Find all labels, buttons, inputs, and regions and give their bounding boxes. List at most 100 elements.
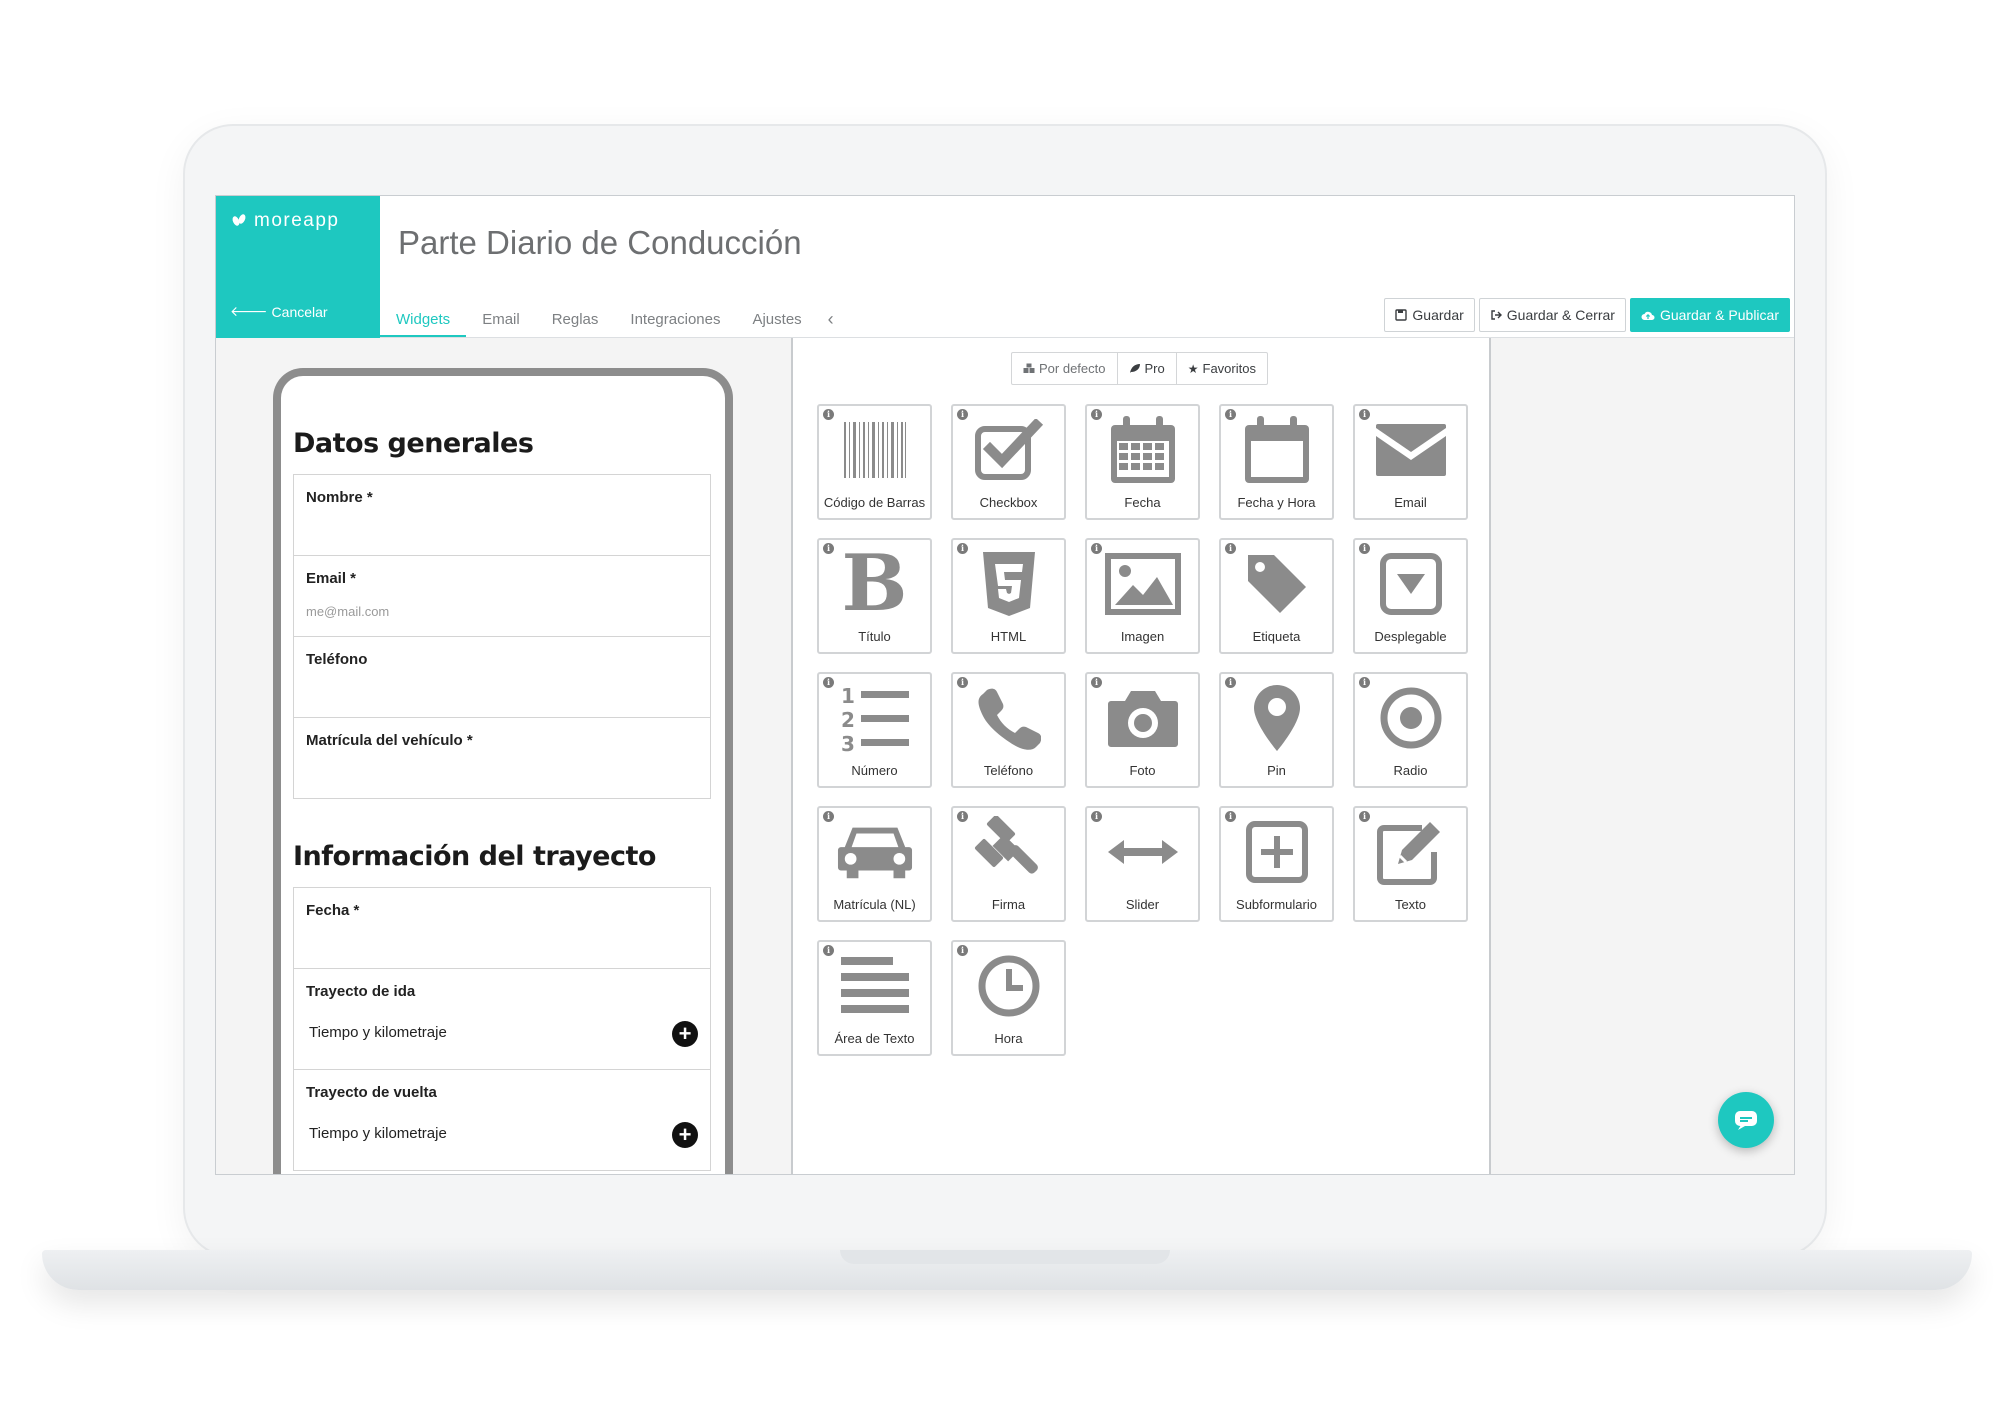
save-button[interactable]: Guardar [1384,298,1475,332]
tab-rules[interactable]: Reglas [536,296,615,338]
floppy-icon [1395,309,1408,321]
section-title-general: Datos generales [293,428,534,459]
info-icon[interactable]: i [1225,677,1236,688]
field-trip-out: Trayecto de ida Tiempo y kilometraje + [293,968,711,1070]
widget-title[interactable]: i B Título [817,538,932,654]
info-icon[interactable]: i [1225,543,1236,554]
widget-filter-group: Por defecto Pro ★ Favoritos [1011,352,1268,385]
widget-textarea[interactable]: i Área de Texto [817,940,932,1056]
widget-radio[interactable]: i Radio [1353,672,1468,788]
widget-subform[interactable]: i Subformulario [1219,806,1334,922]
info-icon[interactable]: i [957,543,968,554]
info-icon[interactable]: i [957,945,968,956]
widget-email[interactable]: i Email [1353,404,1468,520]
widget-phone[interactable]: i Teléfono [951,672,1066,788]
chevron-left-icon[interactable]: ‹ [818,309,844,338]
save-publish-button[interactable]: Guardar & Publicar [1629,298,1790,332]
info-icon[interactable]: i [823,945,834,956]
map-pin-icon [1239,680,1315,756]
widget-photo[interactable]: i Foto [1085,672,1200,788]
widget-image[interactable]: i Imagen [1085,538,1200,654]
tab-settings[interactable]: Ajustes [736,296,817,338]
widget-html[interactable]: i HTML [951,538,1066,654]
info-icon[interactable]: i [1359,811,1370,822]
save-publish-label: Guardar & Publicar [1659,307,1779,323]
save-close-button[interactable]: Guardar & Cerrar [1478,298,1626,332]
svg-text:1: 1 [841,684,855,708]
phone-icon [971,680,1047,756]
chat-button[interactable] [1718,1092,1774,1148]
calendar-icon [1105,412,1181,488]
filter-pro-button[interactable]: Pro [1118,353,1177,384]
widget-label: Código de Barras [823,495,926,510]
widget-label: Foto [1129,763,1156,778]
info-icon[interactable]: i [1091,409,1102,420]
widget-text[interactable]: i Texto [1353,806,1468,922]
widget-tag[interactable]: i Etiqueta [1219,538,1334,654]
widget-label: Firma [991,897,1026,912]
widget-label: Teléfono [983,763,1034,778]
info-icon[interactable]: i [957,409,968,420]
widget-label: Fecha y Hora [1237,495,1316,510]
widget-dropdown[interactable]: i Desplegable [1353,538,1468,654]
dropdown-icon [1373,546,1449,622]
brand-name: moreapp [254,210,340,231]
widget-grid: i Código de Barras i Checkbox i Fecha i … [817,404,1468,1056]
tab-widgets[interactable]: Widgets [380,296,467,338]
info-icon[interactable]: i [1359,409,1370,420]
info-icon[interactable]: i [957,811,968,822]
field-label: Fecha * [306,902,360,919]
info-icon[interactable]: i [823,811,834,822]
save-label: Guardar [1412,307,1464,323]
widget-label: Matrícula (NL) [833,897,916,912]
clock-icon [971,948,1047,1024]
cancel-link[interactable]: 🡐 Cancelar [230,303,328,320]
field-nombre[interactable]: Nombre * [293,474,711,556]
field-telefono[interactable]: Teléfono [293,636,711,718]
phone-preview: Datos generales Nombre * Email * me@mail… [273,368,733,1174]
bold-icon: B [841,538,908,629]
svg-text:2: 2 [841,708,855,732]
widget-pin[interactable]: i Pin [1219,672,1334,788]
field-fecha[interactable]: Fecha * [293,887,711,969]
widget-palette: Por defecto Pro ★ Favoritos i Código de … [791,338,1491,1174]
widget-signature[interactable]: i Firma [951,806,1066,922]
info-icon[interactable]: i [823,543,834,554]
info-icon[interactable]: i [823,677,834,688]
arrows-horizontal-icon [1105,814,1181,890]
add-entry-icon[interactable]: + [672,1021,698,1047]
widget-license-plate[interactable]: i Matrícula (NL) [817,806,932,922]
info-icon[interactable]: i [1359,543,1370,554]
field-matricula[interactable]: Matrícula del vehículo * [293,717,711,799]
cubes-icon [1023,363,1035,373]
info-icon[interactable]: i [1359,677,1370,688]
leaf-icon [1129,364,1140,373]
calendar-empty-icon [1239,412,1315,488]
info-icon[interactable]: i [823,409,834,420]
info-icon[interactable]: i [1091,543,1102,554]
cancel-label: Cancelar [271,303,328,320]
widget-time[interactable]: i Hora [951,940,1066,1056]
filter-default-label: Por defecto [1039,361,1106,376]
widget-datetime[interactable]: i Fecha y Hora [1219,404,1334,520]
add-entry-icon[interactable]: + [672,1122,698,1148]
filter-default-button[interactable]: Por defecto [1012,353,1118,384]
widget-date[interactable]: i Fecha [1085,404,1200,520]
tab-email[interactable]: Email [466,296,536,338]
section-title-trip: Información del trayecto [293,841,656,872]
info-icon[interactable]: i [1091,677,1102,688]
info-icon[interactable]: i [1225,409,1236,420]
info-icon[interactable]: i [1225,811,1236,822]
filter-favorites-button[interactable]: ★ Favoritos [1177,353,1267,384]
widget-barcode[interactable]: i Código de Barras [817,404,932,520]
widget-label: Pin [1267,763,1286,778]
field-email[interactable]: Email * me@mail.com [293,555,711,637]
field-label: Trayecto de vuelta [306,1084,437,1101]
tab-integrations[interactable]: Integraciones [614,296,736,338]
widget-checkbox[interactable]: i Checkbox [951,404,1066,520]
widget-number[interactable]: i 123 Número [817,672,932,788]
info-icon[interactable]: i [957,677,968,688]
numbered-list-icon: 123 [837,680,913,756]
info-icon[interactable]: i [1091,811,1102,822]
widget-slider[interactable]: i Slider [1085,806,1200,922]
